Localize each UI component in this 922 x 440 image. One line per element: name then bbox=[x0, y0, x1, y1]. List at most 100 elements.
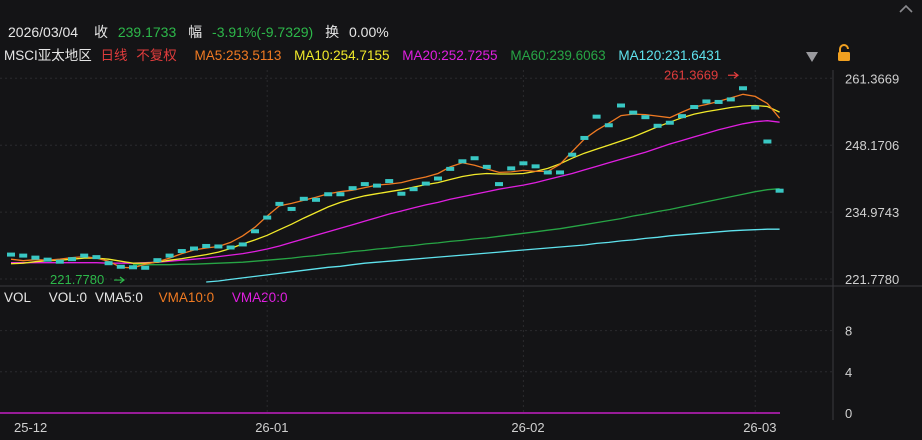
vma20-label: VMA20:0 bbox=[231, 290, 288, 305]
vol-title: VOL bbox=[4, 290, 32, 305]
ma120-label: MA120:231.6431 bbox=[618, 48, 722, 63]
price-chart: 261.3669 248.1706 234.9743 221.7780 8 4 0 25-12… bbox=[0, 67, 922, 435]
ma20-line bbox=[11, 120, 780, 264]
candle bbox=[507, 166, 516, 171]
vma5-label: VMA5:0 bbox=[94, 290, 143, 305]
candle bbox=[287, 206, 296, 211]
candle bbox=[434, 176, 442, 181]
vma10-label: VMA10:0 bbox=[158, 290, 215, 305]
candle bbox=[226, 245, 235, 250]
candle bbox=[238, 242, 247, 247]
vol-value: VOL:0 bbox=[48, 290, 88, 305]
ma60-line bbox=[133, 188, 780, 266]
ma5-line bbox=[10, 93, 781, 269]
candle bbox=[421, 181, 430, 186]
candle bbox=[482, 164, 491, 169]
high-annotation: 261.3669 bbox=[664, 67, 718, 82]
candle bbox=[7, 252, 15, 257]
candle bbox=[80, 253, 89, 258]
candle bbox=[519, 161, 528, 166]
period-selector[interactable]: 日线 bbox=[101, 48, 128, 63]
candle bbox=[458, 159, 467, 164]
candle bbox=[678, 114, 686, 119]
ma60-label: MA60:239.6063 bbox=[510, 48, 606, 63]
candle bbox=[604, 123, 613, 128]
candle bbox=[31, 255, 40, 260]
candle bbox=[43, 257, 52, 262]
candle bbox=[409, 187, 418, 192]
candle bbox=[739, 86, 747, 91]
volume-tick-label: 8 bbox=[845, 324, 852, 339]
candle bbox=[641, 115, 650, 120]
price-tick-label: 248.1706 bbox=[845, 138, 899, 153]
candle bbox=[580, 135, 589, 140]
candle bbox=[129, 265, 137, 270]
candle bbox=[251, 229, 259, 234]
candle bbox=[177, 249, 186, 254]
candle bbox=[568, 152, 577, 157]
candle bbox=[702, 99, 711, 104]
close-value: 239.1733 bbox=[117, 24, 177, 40]
index-name: MSCI亚太地区 bbox=[4, 48, 92, 63]
candle bbox=[653, 123, 662, 128]
price-tick-label: 234.9743 bbox=[845, 205, 899, 220]
candle bbox=[275, 201, 284, 206]
date-tick-label: 26-03 bbox=[743, 420, 776, 435]
candle bbox=[446, 166, 455, 171]
candle bbox=[92, 255, 101, 260]
candle bbox=[543, 170, 552, 175]
volume-tick-label: 0 bbox=[845, 406, 852, 421]
candle bbox=[202, 243, 211, 248]
close-label: 收 bbox=[93, 24, 108, 40]
ma10-label: MA10:254.7155 bbox=[294, 48, 390, 63]
ma120-line bbox=[206, 228, 780, 283]
date-tick-label: 26-02 bbox=[511, 420, 544, 435]
ma-legend: MSCI亚太地区 日线 不复权 MA5:253.5113 MA10:254.71… bbox=[4, 44, 730, 64]
candle bbox=[348, 186, 357, 191]
candle bbox=[299, 196, 308, 201]
candle bbox=[714, 99, 723, 104]
candle bbox=[165, 253, 174, 258]
candle bbox=[470, 156, 479, 161]
ma10-line bbox=[10, 104, 780, 265]
candle bbox=[665, 120, 674, 125]
chevron-right-icon bbox=[114, 276, 125, 284]
candle bbox=[153, 258, 162, 263]
scroll-up-icon[interactable] bbox=[898, 4, 914, 14]
candle bbox=[385, 179, 394, 184]
candle bbox=[592, 114, 601, 119]
candle bbox=[324, 192, 333, 197]
candle bbox=[312, 197, 320, 202]
candle bbox=[751, 105, 760, 110]
adjust-selector[interactable]: 不复权 bbox=[136, 48, 177, 63]
candle bbox=[190, 246, 198, 251]
candle bbox=[263, 215, 272, 220]
dropdown-triangle-icon[interactable] bbox=[805, 51, 819, 63]
candle bbox=[690, 105, 699, 110]
candle bbox=[495, 182, 503, 187]
turnover-value: 0.00% bbox=[349, 24, 389, 40]
candle bbox=[775, 188, 784, 193]
change-label: 幅 bbox=[188, 24, 203, 40]
candle bbox=[141, 265, 150, 270]
lock-icon[interactable] bbox=[836, 44, 852, 62]
candle bbox=[336, 192, 345, 197]
quote-header: 2026/03/04 收 239.1733 幅 -3.91%(-9.7329) … bbox=[8, 22, 395, 42]
low-annotation: 221.7780 bbox=[50, 272, 104, 287]
candle bbox=[617, 103, 625, 108]
candle bbox=[360, 182, 369, 187]
candle bbox=[726, 97, 735, 102]
price-tick-label: 261.3669 bbox=[845, 71, 899, 86]
candle bbox=[397, 191, 406, 196]
turnover-label: 换 bbox=[325, 24, 340, 40]
candle bbox=[214, 244, 223, 249]
candle bbox=[19, 253, 28, 258]
date-tick-label: 26-01 bbox=[255, 420, 288, 435]
candle bbox=[104, 261, 113, 266]
ma20-label: MA20:252.7255 bbox=[402, 48, 498, 63]
ma5-label: MA5:253.5113 bbox=[194, 48, 282, 63]
candle bbox=[556, 170, 564, 175]
candle bbox=[373, 183, 381, 188]
change-value: -3.91%(-9.7329) bbox=[212, 24, 314, 40]
candle bbox=[68, 257, 76, 262]
